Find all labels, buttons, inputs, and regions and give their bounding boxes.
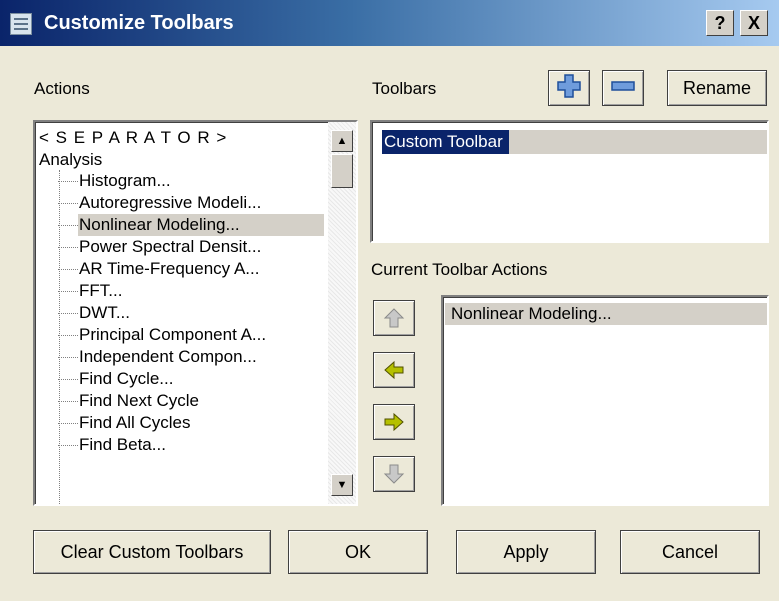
- list-item[interactable]: Find All Cycles: [79, 412, 190, 434]
- list-item[interactable]: AR Time-Frequency A...: [79, 258, 259, 280]
- move-right-button[interactable]: [373, 404, 415, 440]
- list-item[interactable]: Histogram...: [79, 170, 171, 192]
- toolbars-list[interactable]: Custom Toolbar: [370, 120, 769, 243]
- arrow-down-icon: [383, 464, 405, 484]
- list-item[interactable]: Autoregressive Modeli...: [79, 192, 261, 214]
- current-actions-label: Current Toolbar Actions: [371, 260, 548, 279]
- current-actions-list[interactable]: Nonlinear Modeling...: [441, 295, 769, 506]
- list-item[interactable]: Find Cycle...: [79, 368, 173, 390]
- list-item[interactable]: Principal Component A...: [79, 324, 266, 346]
- plus-icon: [557, 73, 581, 98]
- list-item-selected[interactable]: Custom Toolbar: [382, 130, 509, 154]
- actions-scrollbar[interactable]: ▲ ▼: [328, 122, 356, 504]
- scroll-thumb[interactable]: [331, 154, 353, 188]
- arrow-up-icon: [383, 308, 405, 328]
- list-item[interactable]: FFT...: [79, 280, 122, 302]
- scroll-up-icon[interactable]: ▲: [331, 130, 353, 152]
- arrow-left-icon: [384, 360, 404, 380]
- move-left-button[interactable]: [373, 352, 415, 388]
- list-item-selected[interactable]: Nonlinear Modeling...: [78, 214, 324, 236]
- app-icon: [10, 13, 32, 35]
- ok-button[interactable]: OK: [288, 530, 428, 574]
- list-item[interactable]: DWT...: [79, 302, 130, 324]
- minus-icon: [611, 80, 635, 91]
- move-up-button[interactable]: [373, 300, 415, 336]
- rename-button[interactable]: Rename: [667, 70, 767, 106]
- apply-button[interactable]: Apply: [456, 530, 596, 574]
- list-item-selected[interactable]: Nonlinear Modeling...: [445, 303, 767, 325]
- clear-custom-toolbars-button[interactable]: Clear Custom Toolbars: [33, 530, 271, 574]
- add-toolbar-button[interactable]: [548, 70, 590, 106]
- move-down-button[interactable]: [373, 456, 415, 492]
- title-bar: Customize Toolbars ? X: [0, 0, 779, 46]
- scroll-down-icon[interactable]: ▼: [331, 474, 353, 496]
- list-item[interactable]: Find Beta...: [79, 434, 166, 456]
- window-title: Customize Toolbars: [44, 12, 234, 34]
- list-item[interactable]: < S E P A R A T O R >: [39, 127, 227, 149]
- close-button[interactable]: X: [740, 10, 768, 36]
- actions-list[interactable]: < S E P A R A T O R > Analysis Histogram…: [33, 120, 358, 506]
- actions-label: Actions: [34, 79, 90, 98]
- cancel-button[interactable]: Cancel: [620, 530, 760, 574]
- tree-connector: [59, 170, 60, 504]
- help-button[interactable]: ?: [706, 10, 734, 36]
- list-item[interactable]: Find Next Cycle: [79, 390, 199, 412]
- arrow-right-icon: [384, 412, 404, 432]
- remove-toolbar-button[interactable]: [602, 70, 644, 106]
- list-item[interactable]: Independent Compon...: [79, 346, 257, 368]
- list-item[interactable]: Analysis: [39, 149, 102, 171]
- list-item[interactable]: Power Spectral Densit...: [79, 236, 261, 258]
- toolbars-label: Toolbars: [372, 79, 437, 98]
